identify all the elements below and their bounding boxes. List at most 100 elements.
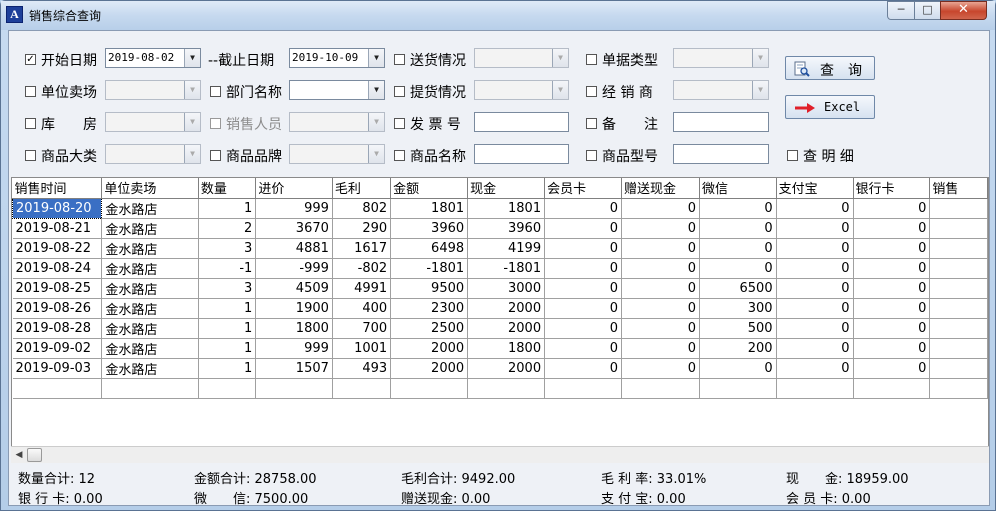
table-cell[interactable]: -1801	[467, 258, 546, 279]
remark-checkbox[interactable]	[586, 118, 597, 129]
table-cell[interactable]	[467, 378, 546, 399]
column-header[interactable]: 银行卡	[853, 178, 931, 199]
start-date-checkbox[interactable]: ✓	[25, 54, 36, 65]
table-cell[interactable]	[929, 238, 988, 259]
table-cell[interactable]: 金水路店	[101, 278, 199, 299]
table-cell[interactable]: 2019-08-25	[12, 278, 103, 299]
table-row[interactable]: 2019-09-02 金水路店 1 999 1001 2000 1800 0 0 200 0 0	[12, 338, 988, 359]
column-header[interactable]: 会员卡	[544, 178, 623, 199]
table-cell[interactable]: 0	[853, 238, 931, 259]
model-input[interactable]	[673, 144, 769, 164]
product-name-checkbox[interactable]	[394, 150, 405, 161]
table-cell[interactable]: 2000	[390, 358, 469, 379]
table-cell[interactable]: 2019-08-22	[12, 238, 103, 259]
table-cell[interactable]: 1507	[255, 358, 333, 379]
table-cell[interactable]: 500	[699, 318, 777, 339]
table-cell[interactable]	[929, 338, 988, 359]
table-cell[interactable]: 0	[621, 358, 701, 379]
table-cell[interactable]: 0	[853, 338, 931, 359]
column-header[interactable]: 数量	[198, 178, 257, 199]
table-cell[interactable]: 0	[544, 198, 623, 219]
table-cell[interactable]: 200	[699, 338, 777, 359]
invoice-input[interactable]	[474, 112, 569, 132]
table-cell[interactable]: 0	[776, 238, 854, 259]
column-header[interactable]: 现金	[467, 178, 546, 199]
table-cell[interactable]: 金水路店	[101, 338, 199, 359]
column-header[interactable]: 金额	[390, 178, 469, 199]
table-cell[interactable]: 0	[699, 218, 777, 239]
end-date-picker[interactable]: 2019-10-09 ▼	[289, 48, 385, 68]
table-row[interactable]: 2019-08-26 金水路店 1 1900 400 2300 2000 0 0 300 0 0	[12, 298, 988, 319]
table-cell[interactable]	[929, 198, 988, 219]
table-row[interactable]: 2019-08-28 金水路店 1 1800 700 2500 2000 0 0 500 0 0	[12, 318, 988, 339]
table-cell[interactable]: 3960	[390, 218, 469, 239]
table-cell[interactable]: 0	[621, 338, 701, 359]
table-cell[interactable]: 0	[776, 318, 854, 339]
table-cell[interactable]: 4509	[255, 278, 333, 299]
department-checkbox[interactable]	[210, 86, 221, 97]
detail-checkbox[interactable]	[787, 150, 798, 161]
table-cell[interactable]: 金水路店	[101, 238, 199, 259]
column-header[interactable]: 微信	[699, 178, 777, 199]
table-cell[interactable]	[12, 378, 103, 399]
table-cell[interactable]: -1801	[390, 258, 469, 279]
table-cell[interactable]	[621, 378, 701, 399]
table-cell[interactable]: 金水路店	[101, 218, 199, 239]
model-checkbox[interactable]	[586, 150, 597, 161]
table-cell[interactable]: 0	[776, 278, 854, 299]
table-cell[interactable]: 9500	[390, 278, 469, 299]
store-checkbox[interactable]	[25, 86, 36, 97]
table-cell[interactable]: 0	[544, 218, 623, 239]
table-cell[interactable]: 2	[198, 218, 257, 239]
table-cell[interactable]: 2000	[467, 298, 546, 319]
table-cell[interactable]: -802	[332, 258, 392, 279]
table-cell[interactable]: 1801	[467, 198, 546, 219]
category-checkbox[interactable]	[25, 150, 36, 161]
table-cell[interactable]: 700	[332, 318, 392, 339]
table-cell[interactable]: 1	[198, 338, 257, 359]
table-cell[interactable]: 999	[255, 338, 333, 359]
table-cell[interactable]: 0	[621, 278, 701, 299]
table-cell[interactable]: 290	[332, 218, 392, 239]
table-cell[interactable]: 金水路店	[101, 258, 199, 279]
table-cell[interactable]	[255, 378, 333, 399]
close-button[interactable]: ✕	[940, 1, 987, 20]
table-cell[interactable]: 300	[699, 298, 777, 319]
table-cell[interactable]: 0	[853, 298, 931, 319]
table-cell[interactable]: 3	[198, 238, 257, 259]
table-cell[interactable]: 3960	[467, 218, 546, 239]
table-cell[interactable]: 6500	[699, 278, 777, 299]
table-cell[interactable]: 金水路店	[101, 198, 199, 219]
table-cell[interactable]: -999	[255, 258, 333, 279]
chevron-down-icon[interactable]: ▼	[368, 49, 384, 67]
table-cell[interactable]: 金水路店	[101, 358, 199, 379]
table-cell[interactable]	[929, 278, 988, 299]
table-cell[interactable]: 2019-08-21	[12, 218, 103, 239]
table-cell[interactable]	[544, 378, 623, 399]
scroll-left-icon[interactable]: ◀	[11, 447, 27, 463]
table-cell[interactable]: 2019-09-03	[12, 358, 103, 379]
table-cell[interactable]: 3	[198, 278, 257, 299]
table-cell[interactable]: 400	[332, 298, 392, 319]
table-cell[interactable]: 2019-08-26	[12, 298, 103, 319]
delivery-checkbox[interactable]	[394, 54, 405, 65]
table-row[interactable]: 2019-08-24 金水路店 -1 -999 -802 -1801 -1801 0 0 0 0 0	[12, 258, 988, 279]
results-grid[interactable]: 销售时间 单位卖场 数量 进价 毛利 金额 现金 会员卡 赠送现金 微信 支付宝 银行卡 销售 2019…	[11, 177, 989, 463]
table-cell[interactable]: 0	[544, 358, 623, 379]
table-cell[interactable]: 4881	[255, 238, 333, 259]
table-cell[interactable]: 1	[198, 358, 257, 379]
table-cell[interactable]: 0	[853, 318, 931, 339]
table-cell[interactable]: 0	[544, 278, 623, 299]
table-cell[interactable]: 1801	[390, 198, 469, 219]
table-cell[interactable]	[929, 318, 988, 339]
table-cell[interactable]: 0	[853, 258, 931, 279]
table-cell[interactable]	[332, 378, 392, 399]
table-cell[interactable]: 1001	[332, 338, 392, 359]
table-cell[interactable]: 493	[332, 358, 392, 379]
table-cell[interactable]	[929, 378, 988, 399]
column-header[interactable]: 进价	[255, 178, 333, 199]
column-header[interactable]: 赠送现金	[621, 178, 701, 199]
table-cell[interactable]: 0	[776, 338, 854, 359]
remark-input[interactable]	[673, 112, 769, 132]
table-cell[interactable]: 0	[699, 358, 777, 379]
